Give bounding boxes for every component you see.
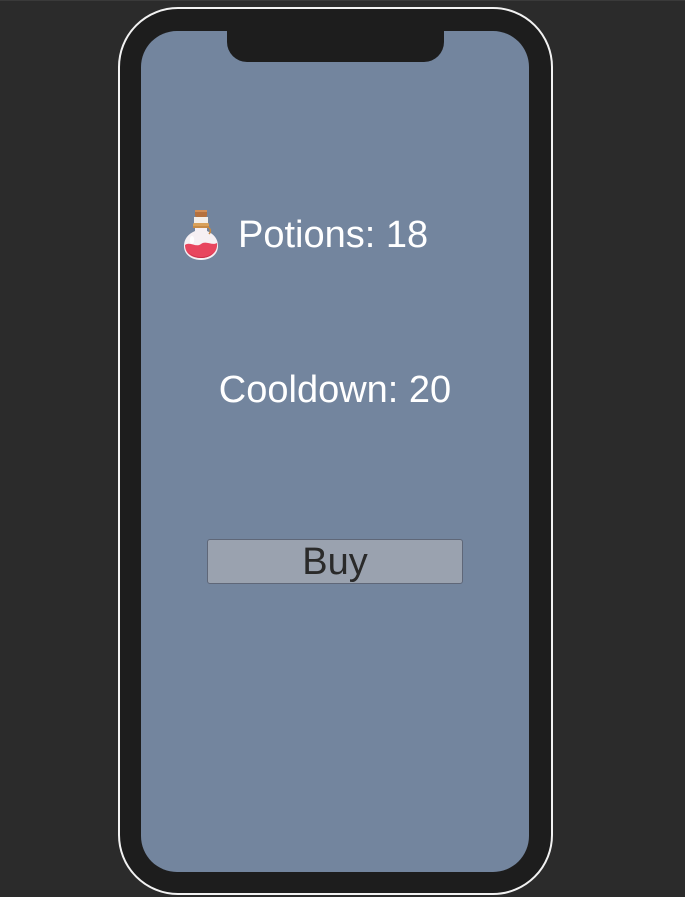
editor-top-border [0, 0, 685, 1]
potion-counter: Potions: 18 [182, 208, 428, 262]
potion-bottle-icon [184, 210, 218, 260]
buy-button[interactable]: Buy [207, 539, 463, 584]
potions-count-label: Potions: 18 [238, 214, 429, 256]
game-screen [141, 31, 529, 872]
cooldown-label: Cooldown: 20 [218, 369, 452, 411]
phone-notch [227, 22, 444, 62]
